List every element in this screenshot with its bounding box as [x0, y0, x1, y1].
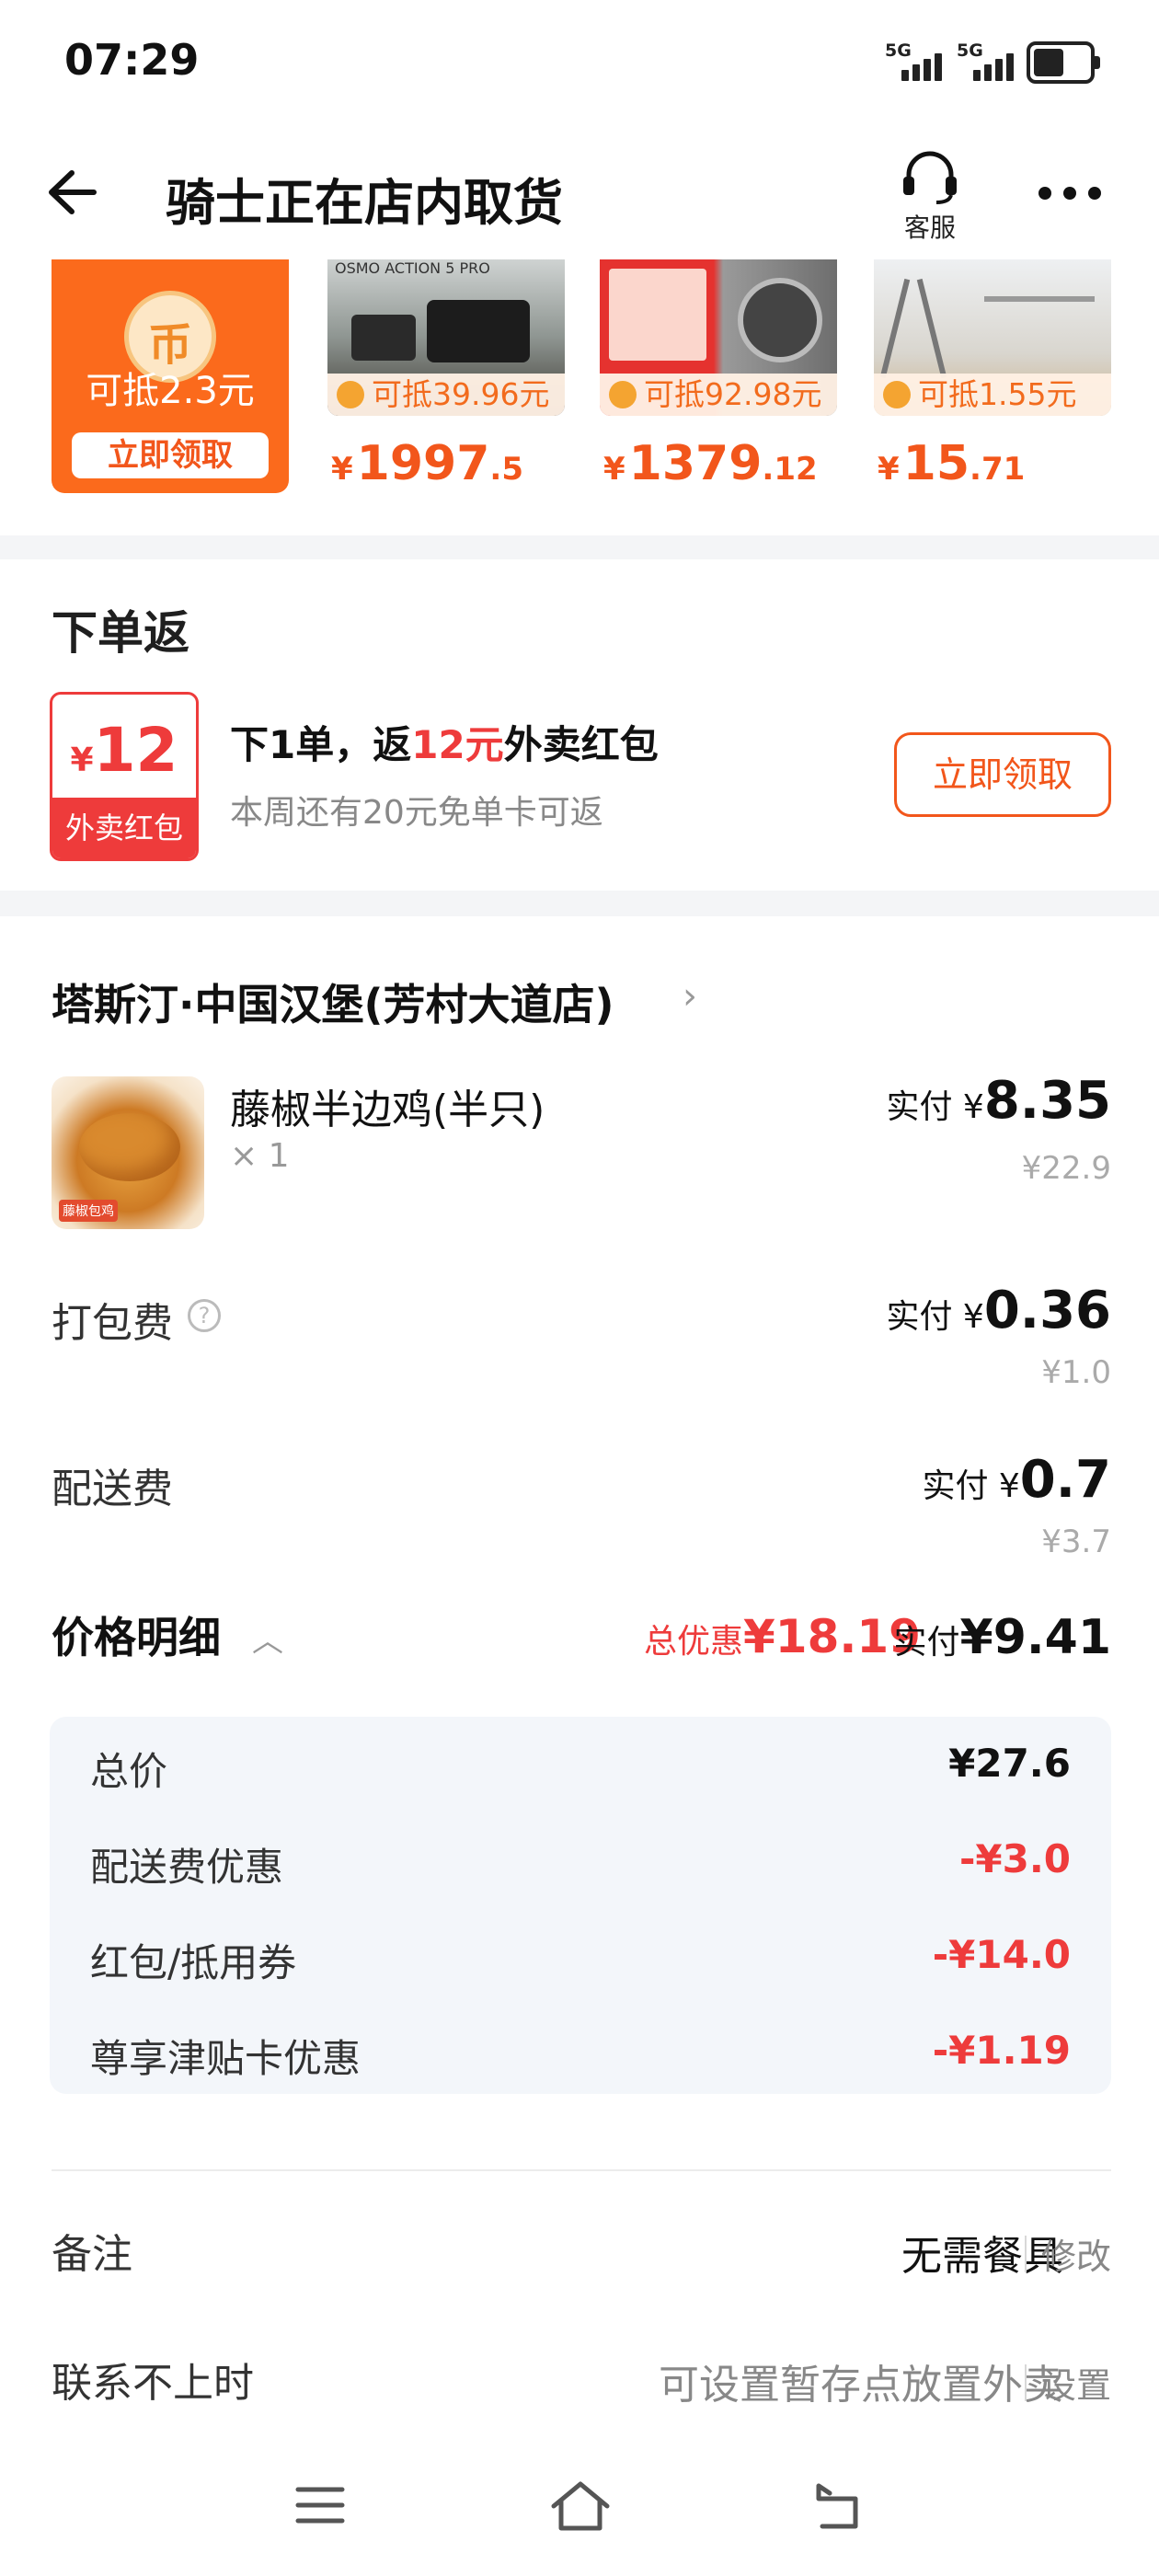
- breakdown-value: -¥3.0: [958, 1836, 1071, 1881]
- status-time: 07:29: [64, 35, 200, 85]
- more-button[interactable]: [1036, 175, 1104, 212]
- store-name-link[interactable]: 塔斯汀·中国汉堡(芳村大道店): [52, 972, 614, 1032]
- total-pay: 实付¥9.41: [893, 1610, 1112, 1665]
- price-detail-toggle[interactable]: 价格明细: [52, 1604, 221, 1665]
- chevron-right-icon[interactable]: ›: [683, 975, 697, 1018]
- order-reward-section: 下单返 ¥12 外卖红包 下1单，返12元外卖红包 本周还有20元免单卡可返 立…: [0, 559, 1159, 891]
- coin-coupon-text: 可抵2.3元: [86, 370, 255, 412]
- product-card[interactable]: 可抵1.55元: [874, 259, 1111, 416]
- packing-fee-pay: 实付 ¥0.36: [886, 1281, 1111, 1340]
- service-label: 客服: [903, 213, 956, 243]
- system-nav-bar: [0, 2444, 1159, 2576]
- contact-value: 可设置暂存点放置外卖: [659, 2362, 1063, 2409]
- red-packet-badge: ¥12 外卖红包: [50, 692, 199, 861]
- discount-chip: 可抵1.55元: [874, 374, 1111, 416]
- breakdown-value: ¥27.6: [948, 1741, 1071, 1786]
- breakdown-label: 配送费优惠: [90, 1845, 284, 1890]
- coin-icon: [337, 381, 364, 408]
- claim-coin-button[interactable]: 立即领取: [72, 432, 269, 478]
- delivery-fee-label: 配送费: [52, 1466, 173, 1512]
- delivery-fee-pay: 实付 ¥0.7: [922, 1450, 1111, 1510]
- delivery-fee-original: ¥3.7: [1041, 1524, 1111, 1560]
- battery-icon: [1027, 41, 1100, 84]
- note-value: 无需餐具: [901, 2233, 1063, 2280]
- product-price: ¥1997.5: [331, 436, 523, 491]
- order-detail-section: 塔斯汀·中国汉堡(芳村大道店) › 藤椒包鸡 藤椒半边鸡(半只) × 1 实付 …: [0, 916, 1159, 2444]
- item-pay: 实付 ¥8.35: [886, 1071, 1111, 1131]
- total-discount: 总优惠¥18.19: [644, 1610, 921, 1663]
- breakdown-label: 红包/抵用券: [90, 1940, 297, 1985]
- item-qty: × 1: [230, 1137, 290, 1175]
- back-nav-icon[interactable]: [809, 2480, 865, 2532]
- headset-icon: [903, 151, 957, 204]
- help-icon[interactable]: ?: [188, 1299, 221, 1332]
- packing-fee-original: ¥1.0: [1041, 1354, 1111, 1391]
- reward-headline: 下1单，返12元外卖红包: [230, 722, 659, 767]
- menu-icon[interactable]: [293, 2482, 348, 2528]
- coupon-strip: 币 可抵2.3元 立即领取 OSMO ACTION 5 PRO 可抵39.96元…: [0, 259, 1159, 535]
- product-card[interactable]: 可抵92.98元: [600, 259, 837, 416]
- packing-fee-label: 打包费: [52, 1300, 173, 1347]
- home-icon[interactable]: [548, 2478, 613, 2534]
- product-card[interactable]: OSMO ACTION 5 PRO 可抵39.96元: [327, 259, 565, 416]
- top-header: 骑士正在店内取货 客服: [0, 129, 1159, 259]
- customer-service-button[interactable]: 客服: [889, 144, 971, 245]
- section-title: 下单返: [52, 606, 189, 660]
- breakdown-label: 尊享津贴卡优惠: [90, 2036, 361, 2081]
- coin-icon: [609, 381, 637, 408]
- breakdown-value: -¥14.0: [932, 1932, 1071, 1977]
- price-breakdown: 总价 ¥27.6 配送费优惠 -¥3.0 红包/抵用券 -¥14.0 尊享津贴卡…: [50, 1717, 1111, 2094]
- page-title: 骑士正在店内取货: [166, 174, 563, 232]
- product-price: ¥1379.12: [603, 436, 818, 491]
- product-price: ¥15.71: [878, 436, 1026, 491]
- note-label: 备注: [52, 2231, 132, 2278]
- discount-chip: 可抵39.96元: [327, 374, 565, 416]
- discount-chip: 可抵92.98元: [600, 374, 837, 416]
- food-image: 藤椒包鸡: [52, 1076, 204, 1229]
- signal-icon: 5G: [957, 40, 1021, 81]
- breakdown-value: -¥1.19: [932, 2028, 1071, 2073]
- back-button[interactable]: [44, 160, 109, 224]
- more-dots-icon: [1039, 187, 1101, 200]
- chevron-up-icon[interactable]: ︿: [252, 1616, 283, 1661]
- coin-icon: [883, 381, 911, 408]
- divider: [52, 2169, 1111, 2171]
- coin-coupon-card[interactable]: 币 可抵2.3元 立即领取: [52, 259, 289, 493]
- reward-subtext: 本周还有20元免单卡可返: [230, 794, 603, 832]
- item-original-price: ¥22.9: [1021, 1150, 1111, 1187]
- signal-icon: 5G: [885, 40, 949, 81]
- item-name: 藤椒半边鸡(半只): [230, 1087, 545, 1133]
- edit-note-button[interactable]: 修改: [1024, 2228, 1111, 2279]
- contact-setting-button[interactable]: 设置: [1024, 2357, 1111, 2408]
- breakdown-label: 总价: [90, 1749, 168, 1794]
- claim-reward-button[interactable]: 立即领取: [894, 732, 1111, 817]
- status-bar: 07:29 5G 5G: [0, 0, 1159, 129]
- contact-label: 联系不上时: [52, 2360, 254, 2407]
- arrow-left-icon: [49, 170, 97, 214]
